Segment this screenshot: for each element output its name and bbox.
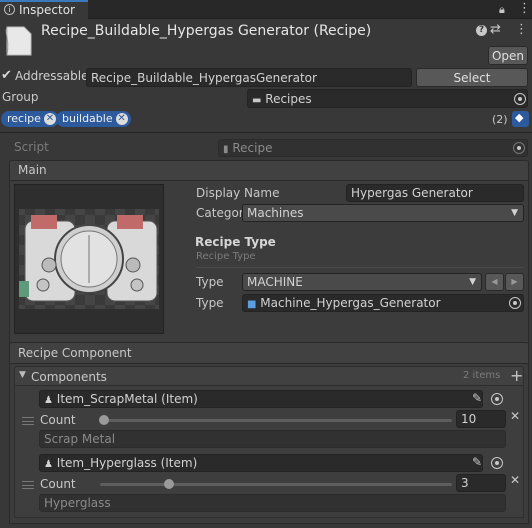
folder-icon: ▬ [252, 95, 262, 106]
drag-handle[interactable] [22, 481, 34, 489]
group-label: Group [2, 90, 39, 104]
type-prev-button[interactable]: ◀ [485, 273, 504, 291]
category-label: Categor [196, 206, 244, 220]
tab-title: Inspector [19, 3, 75, 17]
group-picker-icon[interactable] [514, 93, 526, 105]
recipe-type-subheading: Recipe Type [196, 251, 256, 262]
type-object-label: Type [196, 296, 224, 310]
components-list-header[interactable]: ▼ Components 2 items + [14, 366, 524, 386]
items-count: 2 items [463, 370, 501, 381]
category-value: Machines [247, 206, 304, 220]
category-dropdown[interactable]: Machines ▼ [242, 204, 524, 222]
object-picker-icon[interactable] [491, 457, 503, 469]
item-name-field: Hyperglass [39, 494, 506, 512]
type-object-field[interactable]: ■ Machine_Hypergas_Generator [242, 294, 524, 312]
item-object-value: Item_Hyperglass (Item) [56, 456, 198, 470]
tag-icon: ◆ [515, 111, 524, 124]
tab-menu-icon[interactable]: ⋮ [518, 1, 531, 16]
display-name-label: Display Name [196, 186, 280, 200]
remove-item-icon[interactable]: ✕ [510, 409, 520, 423]
presets-icon[interactable]: ⇄ [490, 22, 501, 37]
item-object-field[interactable]: ♟ Item_ScrapMetal (Item) [39, 390, 483, 408]
list-item: ♟ Item_ScrapMetal (Item) ✎ Count 10 ✕ Sc… [15, 387, 523, 449]
item-icon: ♟ [44, 395, 53, 406]
help-icon[interactable]: ? [476, 25, 487, 36]
page-title: Recipe_Buildable_Hypergas Generator (Rec… [41, 23, 372, 39]
count-slider-thumb[interactable] [99, 415, 109, 425]
type-divider [196, 267, 524, 268]
context-menu-icon[interactable]: ⋮ [515, 22, 528, 37]
chevron-down-icon: ▼ [511, 208, 518, 218]
item-object-value: Item_ScrapMetal (Item) [56, 392, 198, 406]
type-object-value: Machine_Hypergas_Generator [260, 296, 441, 310]
cube-icon: ■ [247, 299, 257, 310]
type-enum-label: Type [196, 275, 224, 289]
remove-item-icon[interactable]: ✕ [510, 473, 520, 487]
count-slider-thumb[interactable] [164, 479, 174, 489]
recipe-type-heading: Recipe Type [195, 235, 276, 249]
item-name-field: Scrap Metal [39, 430, 506, 448]
components-label: Components [31, 370, 107, 384]
script-file-icon: ▮ [223, 144, 229, 155]
recipe-component-header[interactable]: Recipe Component [9, 342, 529, 364]
divider [0, 132, 532, 133]
edit-icon[interactable]: ✎ [472, 455, 482, 469]
script-label: Script [14, 140, 49, 154]
group-dropdown[interactable]: ▬ Recipes [247, 89, 528, 108]
count-slider-track[interactable] [100, 419, 452, 422]
object-picker-icon[interactable] [509, 297, 521, 309]
close-icon[interactable]: ✕ [115, 113, 128, 125]
address-field[interactable]: Recipe_Buildable_HypergasGenerator [86, 68, 412, 87]
asset-icon [4, 24, 34, 58]
addressable-checkbox[interactable]: ✔ [1, 68, 12, 83]
tag-recipe[interactable]: recipe ✕ [1, 111, 59, 127]
count-field[interactable]: 10 [456, 410, 506, 428]
tag-label: buildable [62, 112, 113, 125]
type-enum-value: MACHINE [247, 275, 303, 289]
addressable-label: Addressable [15, 69, 89, 83]
open-button[interactable]: Open [488, 46, 528, 65]
close-icon[interactable]: ✕ [43, 113, 56, 125]
add-item-icon[interactable]: + [510, 366, 523, 385]
count-label: Count [40, 477, 76, 491]
labels-count: (2) [492, 113, 508, 126]
item-object-field[interactable]: ♟ Item_Hyperglass (Item) [39, 454, 483, 472]
main-title: Main [18, 163, 47, 177]
type-next-button[interactable]: ▶ [505, 273, 524, 291]
type-enum-dropdown[interactable]: MACHINE ▼ [242, 273, 482, 291]
script-field: ▮ Recipe [218, 139, 528, 157]
main-section-header[interactable]: Main [9, 160, 529, 181]
drag-handle[interactable] [22, 417, 34, 425]
tag-label: recipe [7, 112, 41, 125]
script-value: Recipe [232, 141, 273, 155]
select-button[interactable]: Select [416, 68, 528, 87]
count-field[interactable]: 3 [456, 474, 506, 492]
count-slider-track[interactable] [100, 483, 452, 486]
display-name-field[interactable]: Hypergas Generator [346, 184, 524, 202]
count-label: Count [40, 413, 76, 427]
object-picker-icon[interactable] [491, 393, 503, 405]
lock-icon[interactable]: 🔒︎ [499, 3, 505, 17]
item-icon: ♟ [44, 459, 53, 470]
group-value: Recipes [265, 92, 312, 106]
foldout-arrow-icon: ▼ [19, 370, 26, 380]
tag-buildable[interactable]: buildable ✕ [56, 111, 131, 127]
recipe-component-title: Recipe Component [18, 346, 132, 360]
info-icon: i [4, 4, 15, 15]
edit-icon[interactable]: ✎ [472, 391, 482, 405]
tab-inspector[interactable]: i Inspector [0, 0, 88, 20]
label-tag-button[interactable]: ◆ [512, 111, 529, 127]
machine-preview-image [14, 184, 164, 334]
script-picker-icon [513, 142, 525, 154]
chevron-down-icon: ▼ [469, 277, 476, 287]
list-item: ♟ Item_Hyperglass (Item) ✎ Count 3 ✕ Hyp… [15, 451, 523, 513]
